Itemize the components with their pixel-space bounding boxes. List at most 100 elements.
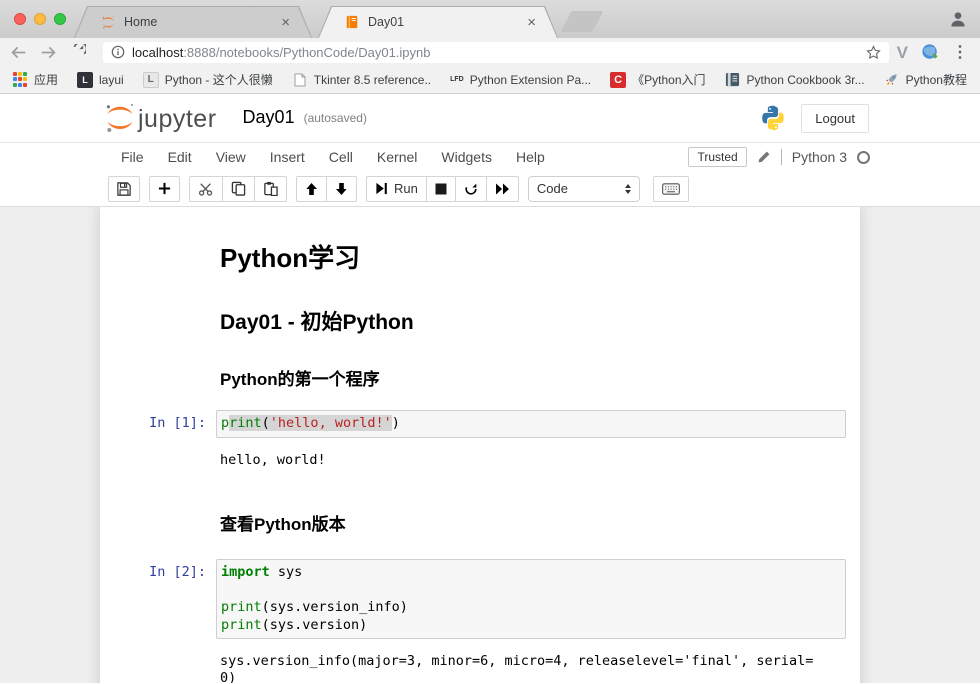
cut-cell-button[interactable] [189, 176, 223, 202]
letter-l-icon: L [143, 72, 159, 88]
forward-icon[interactable] [40, 45, 57, 60]
bookmark-tkinter[interactable]: Tkinter 8.5 reference.. [292, 72, 431, 88]
browser-tab-bar: Home × Day01 × [0, 0, 980, 38]
macos-minimize-button[interactable] [34, 13, 46, 25]
code-input-2[interactable]: import sys print(sys.version_info) print… [216, 559, 846, 639]
code-cell-1[interactable]: In [1]: print('hello, world!') [113, 404, 852, 444]
layui-icon: L [77, 72, 93, 88]
kernel-idle-indicator [857, 151, 870, 164]
notebook-scroll-area[interactable]: Python学习 Day01 - 初始Python Python的第一个程序 I… [0, 207, 980, 683]
add-cell-button[interactable] [149, 176, 180, 202]
run-label: Run [394, 181, 418, 196]
checkpoint-status: (autosaved) [304, 111, 367, 125]
output-area-2: sys.version_info(major=3, minor=6, micro… [113, 645, 852, 683]
menu-widgets[interactable]: Widgets [429, 143, 504, 172]
trusted-badge[interactable]: Trusted [688, 147, 746, 167]
input-prompt: In [1]: [119, 410, 216, 438]
browser-address-row: localhost:8888/notebooks/PythonCode/Day0… [0, 38, 980, 66]
bookmarks-bar: 应用 L layui L Python - 这个人很懒 Tkinter 8.5 … [0, 66, 980, 94]
info-icon[interactable] [111, 45, 125, 59]
heading-2: Day01 - 初始Python [220, 306, 847, 336]
kernel-name: Python 3 [792, 149, 847, 165]
restart-run-all-button[interactable] [486, 176, 519, 202]
address-bar[interactable]: localhost:8888/notebooks/PythonCode/Day0… [103, 42, 889, 63]
notebook-toolbar: Run Code [0, 171, 980, 207]
url-host: localhost [132, 45, 183, 60]
extension-globe-icon[interactable] [921, 43, 939, 61]
heading-3b: 查看Python版本 [220, 510, 847, 535]
logout-button[interactable]: Logout [801, 104, 869, 133]
python-logo-icon [759, 104, 787, 132]
cell-2-output: sys.version_info(major=3, minor=6, micro… [215, 649, 847, 683]
cell-1-output: hello, world! [215, 448, 847, 469]
notebook-title[interactable]: Day01 [243, 107, 295, 129]
notebook-book-icon [344, 14, 360, 30]
page-icon [292, 72, 308, 88]
menu-cell[interactable]: Cell [317, 143, 365, 172]
tab-title: Home [124, 15, 271, 29]
bookmark-python-tutorial[interactable]: Python教程 [884, 71, 967, 88]
run-cell-button[interactable]: Run [366, 176, 427, 202]
bookmark-extension-packages[interactable]: LFD Python Extension Pa... [450, 73, 591, 87]
tab-close-icon[interactable]: × [525, 15, 538, 30]
jupyter-favicon-icon [100, 14, 116, 30]
lfd-icon: LFD [450, 76, 464, 83]
interrupt-kernel-button[interactable] [426, 176, 456, 202]
macos-close-button[interactable] [14, 13, 26, 25]
menu-help[interactable]: Help [504, 143, 557, 172]
profile-icon[interactable] [948, 9, 968, 29]
save-button[interactable] [108, 176, 140, 202]
menu-kernel[interactable]: Kernel [365, 143, 429, 172]
heading-3: Python的第一个程序 [220, 365, 847, 390]
book-dark-icon [725, 72, 741, 88]
browser-window: Home × Day01 × [0, 0, 980, 684]
extension-v-icon[interactable]: V [897, 44, 908, 61]
move-cell-up-button[interactable] [296, 176, 327, 202]
restart-kernel-button[interactable] [455, 176, 487, 202]
code-input-1[interactable]: print('hello, world!') [216, 410, 846, 438]
bookmark-apps[interactable]: 应用 [12, 71, 58, 88]
jupyter-header: jupyter Day01 (autosaved) Logout [0, 94, 980, 142]
markdown-cell-check-version[interactable]: 查看Python版本 [113, 486, 852, 540]
notebook-container: Python学习 Day01 - 初始Python Python的第一个程序 I… [100, 207, 860, 683]
command-palette-button[interactable] [653, 176, 689, 202]
copy-cell-button[interactable] [222, 176, 255, 202]
menu-insert[interactable]: Insert [258, 143, 317, 172]
back-icon[interactable] [10, 45, 27, 60]
macos-zoom-button[interactable] [54, 13, 66, 25]
output-area-1: hello, world! [113, 444, 852, 475]
notebook-menubar: File Edit View Insert Cell Kernel Widget… [0, 142, 980, 171]
jupyter-logo-text: jupyter [138, 107, 217, 135]
tab-home[interactable]: Home × [74, 6, 312, 38]
bookmark-layui[interactable]: L layui [77, 72, 124, 88]
url-path: :8888/notebooks/PythonCode/Day01.ipynb [183, 45, 430, 60]
tab-title: Day01 [368, 15, 517, 29]
jupyter-logo[interactable]: jupyter [103, 101, 217, 135]
select-arrows-icon [625, 184, 631, 194]
rocket-icon [884, 72, 900, 88]
browser-menu-icon[interactable]: ⋮ [952, 42, 968, 62]
bookmark-star-icon[interactable] [866, 45, 881, 60]
code-cell-2[interactable]: In [2]: import sys print(sys.version_inf… [113, 553, 852, 645]
markdown-cell-first-program[interactable]: Python的第一个程序 [113, 341, 852, 395]
bookmark-python-blog[interactable]: L Python - 这个人很懒 [143, 71, 273, 88]
heading-1: Python学习 [220, 238, 847, 275]
move-cell-down-button[interactable] [326, 176, 357, 202]
cell-type-select[interactable]: Code [528, 176, 640, 202]
cell-type-value: Code [537, 181, 568, 196]
tab-day01[interactable]: Day01 × [318, 6, 558, 38]
reload-icon[interactable] [70, 44, 86, 60]
menu-file[interactable]: File [109, 143, 156, 172]
pencil-icon [757, 150, 771, 164]
tab-close-icon[interactable]: × [279, 15, 292, 30]
markdown-cell-day01[interactable]: Day01 - 初始Python [113, 280, 852, 341]
markdown-cell-title[interactable]: Python学习 [113, 223, 852, 280]
apps-grid-icon [12, 72, 28, 88]
paste-cell-button[interactable] [254, 176, 287, 202]
new-tab-button[interactable] [560, 11, 603, 32]
menu-view[interactable]: View [204, 143, 258, 172]
bookmark-cookbook[interactable]: Python Cookbook 3r... [725, 72, 865, 88]
menu-edit[interactable]: Edit [156, 143, 204, 172]
bookmark-python-intro[interactable]: C 《Python入门 [610, 71, 705, 88]
letter-c-icon: C [610, 72, 626, 88]
